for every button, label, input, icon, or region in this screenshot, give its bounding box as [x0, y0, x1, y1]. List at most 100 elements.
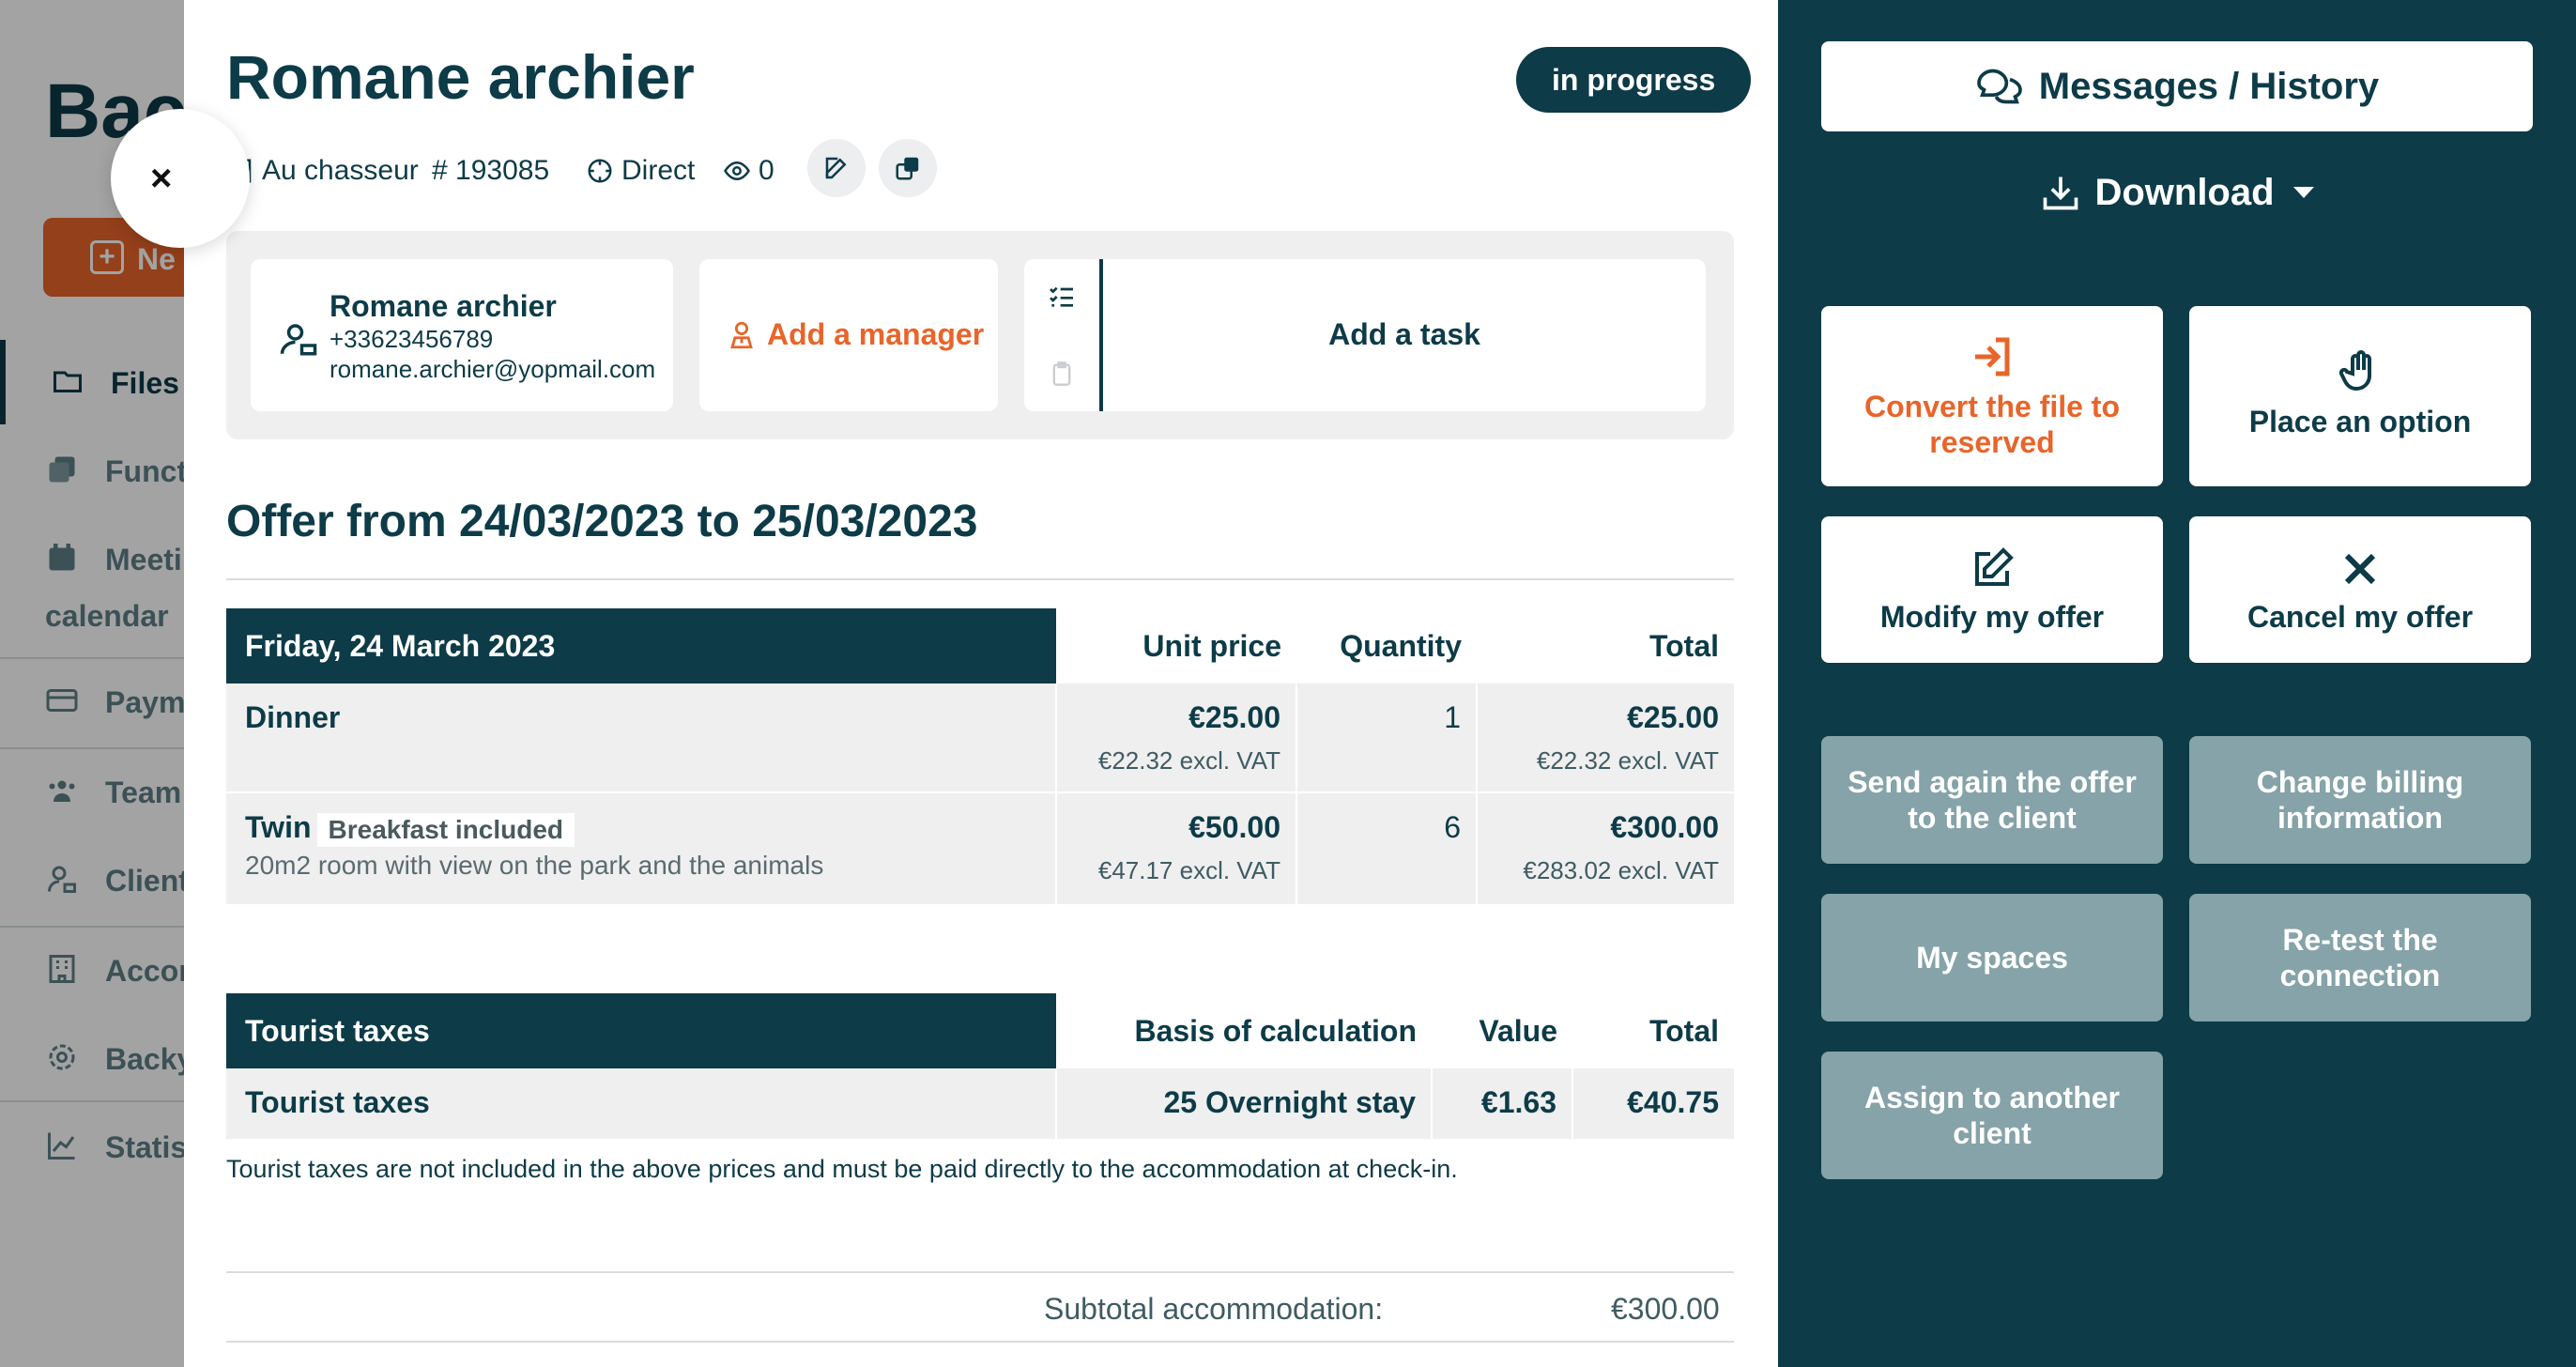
edit-file-button[interactable] — [807, 139, 866, 197]
my-spaces-button[interactable]: My spaces — [1821, 894, 2163, 1021]
tax-total: €40.75 — [1627, 1085, 1719, 1119]
task-sidebar — [1024, 259, 1103, 411]
tax-note: Tourist taxes are not included in the ab… — [226, 1155, 1458, 1183]
divider — [226, 578, 1734, 580]
add-manager-label: Add a manager — [767, 317, 985, 351]
table-row[interactable]: Dinner €25.00 €22.32 excl. VAT 1 €25.00 €2… — [226, 684, 1734, 793]
channel-name: Direct — [621, 155, 696, 186]
duplicate-file-button[interactable] — [879, 139, 937, 197]
retest-connection-button[interactable]: Re-test the connection — [2189, 894, 2531, 1021]
unit-price: €25.00 — [1188, 700, 1280, 734]
item-name: Dinner — [245, 700, 341, 734]
row-total: €25.00 — [1627, 700, 1719, 734]
add-task-button[interactable]: Add a task — [1024, 259, 1706, 411]
modify-offer-button[interactable]: Modify my offer — [1821, 516, 2163, 663]
venue-name: Au chasseur — [262, 155, 419, 186]
column-header: Total — [1648, 1013, 1719, 1048]
status-badge: in progress — [1516, 47, 1752, 113]
column-header: Basis of calculation — [1134, 1013, 1417, 1048]
retest-connection-label: Re-test the connection — [2279, 923, 2441, 992]
client-card[interactable]: Romane archier +33623456789 romane.archi… — [251, 259, 673, 411]
page-title: Romane archier — [226, 42, 695, 112]
quantity: 1 — [1444, 700, 1461, 734]
quantity: 6 — [1444, 810, 1461, 844]
column-header: Unit price — [1142, 628, 1281, 663]
change-billing-button[interactable]: Change billing information — [2189, 736, 2531, 864]
taxes-header: Tourist taxes — [226, 993, 1056, 1068]
column-header: Quantity — [1340, 628, 1462, 663]
row-total-excl: €283.02 excl. VAT — [1523, 856, 1719, 884]
clipboard-icon[interactable] — [1049, 359, 1075, 389]
row-total: €300.00 — [1610, 810, 1719, 844]
unit-price-excl: €22.32 excl. VAT — [1097, 746, 1280, 775]
views-info: 0 — [723, 150, 774, 192]
eye-icon — [724, 161, 750, 181]
convert-to-reserved-button[interactable]: Convert the file to reserved — [1821, 306, 2163, 486]
file-detail-panel: Romane archier in progress Au chasseur #… — [184, 0, 1778, 1367]
manager-icon — [730, 321, 753, 349]
chevron-down-icon — [2292, 187, 2314, 198]
user-icon — [280, 324, 317, 356]
close-icon: × — [150, 158, 173, 199]
unit-price-excl: €47.17 excl. VAT — [1097, 856, 1280, 884]
offer-title: Offer from 24/03/2023 to 25/03/2023 — [226, 497, 978, 546]
tax-basis: 25 Overnight stay — [1163, 1085, 1416, 1119]
column-header: Value — [1479, 1013, 1557, 1048]
column-header: Total — [1648, 628, 1719, 663]
edit-icon — [825, 157, 847, 179]
table-row[interactable]: Twin Breakfast included 20m2 room with vi… — [226, 792, 1734, 906]
place-option-label: Place an option — [2248, 405, 2472, 438]
client-email: romane.archier@yopmail.com — [330, 355, 656, 383]
edit-icon — [1975, 547, 2014, 586]
copy-icon — [896, 157, 919, 180]
resend-offer-label: Send again the offer to the client — [1848, 765, 2137, 835]
contact-box: Romane archier +33623456789 romane.archi… — [226, 231, 1734, 439]
checklist-icon[interactable] — [1045, 282, 1079, 312]
day-header: Friday, 24 March 2023 — [226, 608, 1056, 684]
breakfast-tag: Breakfast included — [316, 812, 575, 847]
add-manager-button[interactable]: Add a manager — [699, 259, 998, 411]
channel-info: Direct — [586, 150, 695, 192]
add-task-label: Add a task — [1328, 317, 1480, 351]
item-description: 20m2 room with view on the park and the … — [245, 850, 824, 880]
tax-name: Tourist taxes — [245, 1085, 430, 1119]
messages-history-button[interactable]: Messages / History — [1821, 41, 2533, 131]
client-phone: +33623456789 — [330, 325, 494, 353]
client-name: Romane archier — [330, 289, 557, 323]
venue-info: Au chasseur — [226, 150, 419, 192]
tax-value: €1.63 — [1480, 1085, 1556, 1119]
my-spaces-label: My spaces — [1916, 941, 2068, 975]
cancel-offer-button[interactable]: Cancel my offer — [2189, 516, 2531, 663]
action-sidebar: Messages / History Download Convert the … — [1778, 0, 2576, 1367]
compass-icon — [588, 159, 612, 183]
file-number: # 193085 — [432, 155, 550, 186]
download-dropdown[interactable]: Download — [1821, 160, 2533, 225]
divider — [226, 1341, 1734, 1343]
download-icon — [2044, 177, 2078, 210]
subtotal-value: €300.00 — [1611, 1292, 1720, 1326]
close-icon — [2344, 553, 2376, 585]
hand-icon — [2338, 350, 2371, 392]
login-arrow-icon — [1975, 337, 2010, 376]
change-billing-label: Change billing information — [2256, 765, 2464, 835]
offer-table-header: Friday, 24 March 2023 Unit price Quantit… — [226, 608, 1734, 684]
modify-offer-label: Modify my offer — [1879, 600, 2105, 634]
messages-history-label: Messages / History — [2038, 65, 2380, 107]
table-row: Tourist taxes 25 Overnight stay €1.63 €4… — [226, 1068, 1734, 1141]
taxes-table-header: Tourist taxes Basis of calculation Value… — [226, 993, 1734, 1068]
close-modal-button[interactable]: × — [111, 109, 250, 248]
tourist-taxes-table: Tourist taxes Basis of calculation Value… — [226, 993, 1734, 1141]
assign-client-label: Assign to another client — [1863, 1081, 2120, 1150]
subtotal-label: Subtotal accommodation: — [1044, 1292, 1384, 1326]
row-total-excl: €22.32 excl. VAT — [1536, 746, 1719, 775]
divider — [226, 1271, 1734, 1273]
place-option-button[interactable]: Place an option — [2189, 306, 2531, 486]
offer-table: Friday, 24 March 2023 Unit price Quantit… — [226, 608, 1734, 906]
resend-offer-button[interactable]: Send again the offer to the client — [1821, 736, 2163, 864]
assign-client-button[interactable]: Assign to another client — [1821, 1052, 2163, 1179]
convert-to-reserved-label: Convert the file to reserved — [1863, 390, 2120, 459]
cancel-offer-label: Cancel my offer — [2246, 600, 2474, 634]
unit-price: €50.00 — [1188, 810, 1280, 844]
download-label: Download — [2094, 171, 2275, 213]
item-name: Twin — [245, 810, 312, 844]
